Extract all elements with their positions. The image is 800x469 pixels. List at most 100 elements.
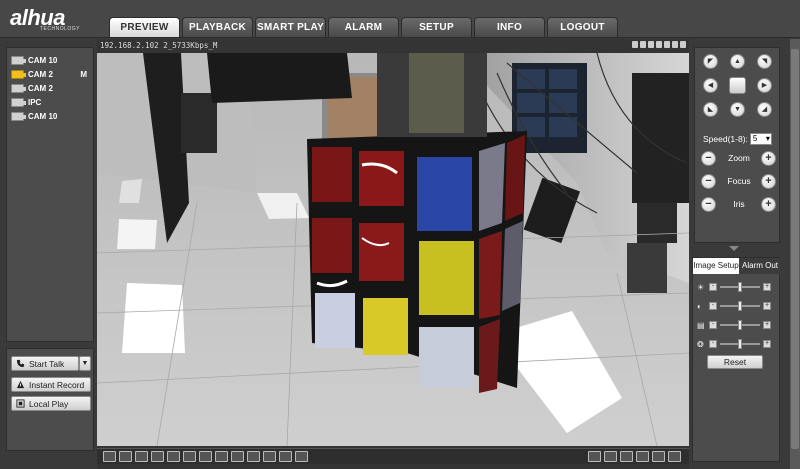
iris-minus-button[interactable]: − <box>701 197 716 212</box>
ptz-up-right-icon[interactable]: ◥ <box>757 54 772 69</box>
brightness-track[interactable] <box>720 282 760 292</box>
brightness-minus[interactable]: - <box>709 283 717 291</box>
window-6-icon[interactable] <box>167 451 180 462</box>
close-icon[interactable] <box>680 41 686 48</box>
brightness-plus[interactable]: + <box>763 283 771 291</box>
camera-item-active[interactable]: CAM 2 M <box>11 68 91 81</box>
ptz-left-icon[interactable]: ◀ <box>703 78 718 93</box>
window-fit-icon[interactable] <box>151 451 164 462</box>
zoom-out-icon[interactable] <box>648 41 654 48</box>
collapse-arrow-icon[interactable] <box>729 246 739 251</box>
saturation-track[interactable] <box>720 320 760 330</box>
layout-4-icon[interactable] <box>604 451 617 462</box>
tab-smart-play[interactable]: SMART PLAY <box>255 17 326 37</box>
contrast-track[interactable] <box>720 301 760 311</box>
focus-plus-button[interactable]: + <box>761 174 776 189</box>
window-13-icon[interactable] <box>215 451 228 462</box>
iris-plus-button[interactable]: + <box>761 197 776 212</box>
zoom-icon[interactable] <box>640 41 646 48</box>
layout-16-icon[interactable] <box>636 451 649 462</box>
hue-thumb[interactable] <box>738 339 742 349</box>
tab-logout[interactable]: LOGOUT <box>547 17 618 37</box>
reset-button[interactable]: Reset <box>707 355 763 369</box>
window-25-icon[interactable] <box>263 451 276 462</box>
tab-preview[interactable]: PREVIEW <box>109 17 180 37</box>
window-8-icon[interactable] <box>183 451 196 462</box>
ptz-down-icon[interactable]: ▼ <box>730 102 745 117</box>
contrast-minus[interactable]: - <box>709 302 717 310</box>
ptz-speed: Speed(1-8): 5 <box>703 133 772 145</box>
camera-icon <box>11 84 26 93</box>
camera-item[interactable]: CAM 2 <box>11 82 91 95</box>
window-20-icon[interactable] <box>247 451 260 462</box>
film-icon <box>16 399 25 408</box>
zoom-in-button[interactable]: + <box>761 151 776 166</box>
tab-setup[interactable]: SETUP <box>401 17 472 37</box>
video-toolbar-right <box>588 451 681 462</box>
audio-icon[interactable] <box>672 41 678 48</box>
layout-36-icon[interactable] <box>668 451 681 462</box>
contrast-thumb[interactable] <box>738 301 742 311</box>
speed-select[interactable]: 5 <box>749 133 772 145</box>
saturation-minus[interactable]: - <box>709 321 717 329</box>
focus-minus-button[interactable]: − <box>701 174 716 189</box>
window-16-icon[interactable] <box>231 451 244 462</box>
layout-1-icon[interactable] <box>588 451 601 462</box>
live-video-feed[interactable] <box>97 53 689 446</box>
contrast-icon: ◐ <box>697 302 702 311</box>
brightness-thumb[interactable] <box>738 282 742 292</box>
ptz-right-icon[interactable]: ▶ <box>757 78 772 93</box>
tab-image-setup[interactable]: Image Setup <box>693 258 739 274</box>
ptz-down-right-icon[interactable]: ◢ <box>757 102 772 117</box>
scrollbar-thumb[interactable] <box>791 49 799 449</box>
window-36-icon[interactable] <box>279 451 292 462</box>
tab-playback[interactable]: PLAYBACK <box>182 17 253 37</box>
zoom-label: Zoom <box>728 153 750 163</box>
snapshot-icon[interactable] <box>656 41 662 48</box>
window-9-icon[interactable] <box>199 451 212 462</box>
ptz-up-icon[interactable]: ▲ <box>730 54 745 69</box>
saturation-plus[interactable]: + <box>763 321 771 329</box>
tab-alarm[interactable]: ALARM <box>328 17 399 37</box>
saturation-thumb[interactable] <box>738 320 742 330</box>
camera-label: CAM 2 <box>28 84 53 93</box>
zoom-out-button[interactable]: − <box>701 151 716 166</box>
tab-alarm-out[interactable]: Alarm Out <box>739 258 781 274</box>
hue-track[interactable] <box>720 339 760 349</box>
talk-dropdown-arrow[interactable]: ▼ <box>79 356 91 371</box>
camera-item[interactable]: CAM 10 <box>11 54 91 67</box>
edit-icon[interactable] <box>295 451 308 462</box>
local-play-button[interactable]: Local Play <box>11 396 91 411</box>
hue-plus[interactable]: + <box>763 340 771 348</box>
logo-subtitle: TECHNOLOGY <box>40 26 81 32</box>
ptz-up-left-icon[interactable]: ◤ <box>703 54 718 69</box>
window-1-icon[interactable] <box>119 451 132 462</box>
camera-list: CAM 10 CAM 2 M CAM 2 IPC CAM 10 <box>6 47 94 342</box>
hue-minus[interactable]: - <box>709 340 717 348</box>
tab-info[interactable]: INFO <box>474 17 545 37</box>
contrast-plus[interactable]: + <box>763 302 771 310</box>
main-tabs: PREVIEW PLAYBACK SMART PLAY ALARM SETUP … <box>109 17 618 37</box>
stream-info: 192.168.2.102 2_5733Kbps_M <box>100 41 218 50</box>
layout-25-icon[interactable] <box>652 451 665 462</box>
start-talk-label: Start Talk <box>29 358 65 369</box>
camera-item[interactable]: CAM 10 <box>11 110 91 123</box>
start-talk-button[interactable]: Start Talk <box>11 356 79 371</box>
left-panel: CAM 10 CAM 2 M CAM 2 IPC CAM 10 Start Ta… <box>0 39 97 469</box>
camera-icon <box>11 56 26 65</box>
record-icon[interactable] <box>664 41 670 48</box>
ptz-down-left-icon[interactable]: ◣ <box>703 102 718 117</box>
layout-9-icon[interactable] <box>620 451 633 462</box>
ptz-icon[interactable] <box>632 41 638 48</box>
camera-label: CAM 10 <box>28 56 58 65</box>
video-overlay-icons <box>632 41 686 48</box>
instant-record-button[interactable]: Instant Record <box>11 377 91 392</box>
hue-icon: ❂ <box>697 340 704 349</box>
camera-item[interactable]: IPC <box>11 96 91 109</box>
ptz-center-icon[interactable] <box>729 77 746 94</box>
right-panel: ◤ ▲ ◥ ◀ ▶ ◣ ▼ ◢ Speed(1-8): 5 − Zoom + −… <box>692 39 800 469</box>
window-4-icon[interactable] <box>135 451 148 462</box>
brightness-icon: ☀ <box>697 283 705 292</box>
page-scrollbar[interactable] <box>790 39 800 469</box>
fullscreen-icon[interactable] <box>103 451 116 462</box>
